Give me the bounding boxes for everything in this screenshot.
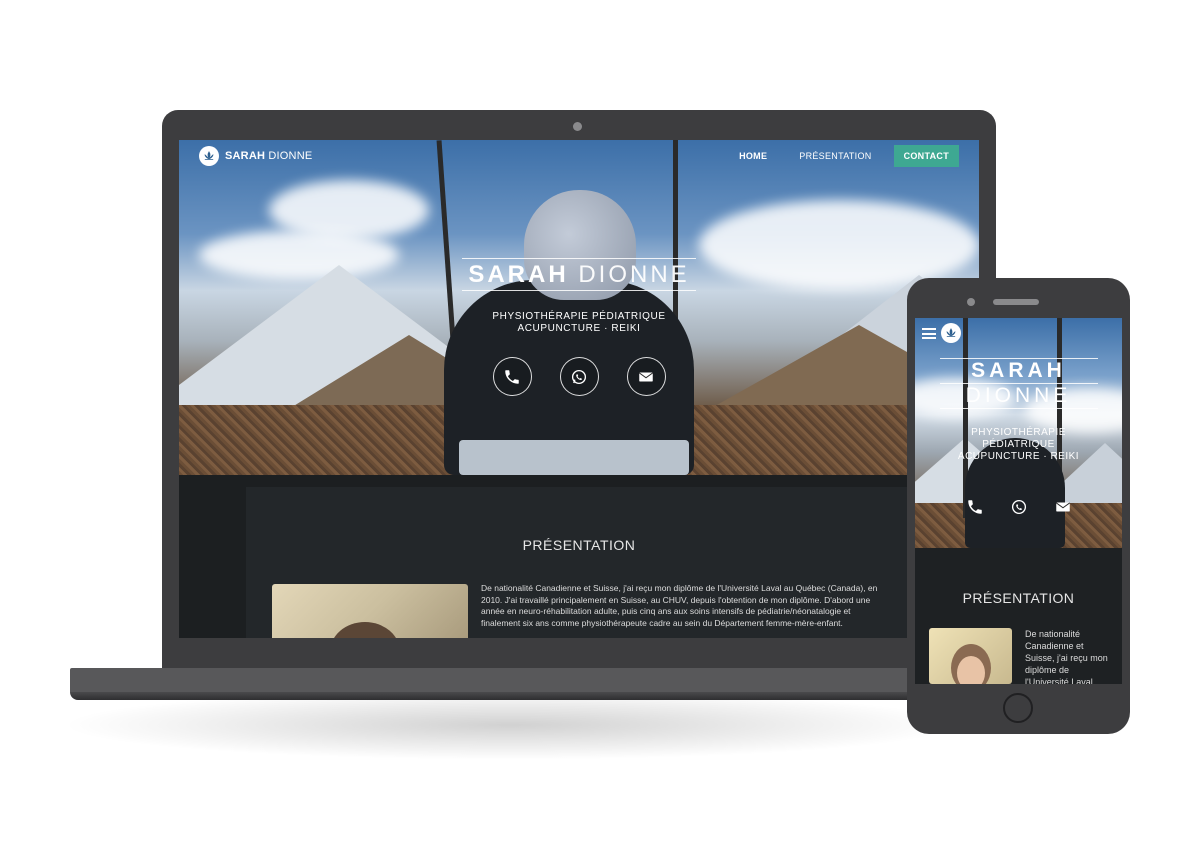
phone-hero-name-light: DIONNE (965, 384, 1072, 407)
phone-profile-photo (929, 628, 1012, 684)
presentation-title: PRÉSENTATION (522, 537, 636, 553)
whatsapp-icon[interactable] (1010, 498, 1028, 521)
logo-light-text: DIONNE (268, 150, 313, 162)
phone-presentation-text: De nationalité Canadienne et Suisse, j'a… (1025, 629, 1108, 684)
hero-subtitle-line2: ACUPUNCTURE · REIKI (517, 323, 641, 334)
phone-icon[interactable] (966, 498, 984, 521)
whatsapp-icon[interactable] (559, 357, 599, 396)
top-nav: SARAH DIONNE HOME PRÉSENTATION CONTACT (179, 140, 979, 172)
profile-photo (272, 584, 468, 638)
hero-contact-icons (179, 357, 979, 396)
swing-seat (459, 440, 689, 475)
hero-subtitle: PHYSIOTHÉRAPIE PÉDIATRIQUE ACUPUNCTURE ·… (179, 311, 979, 335)
lotus-logo-icon[interactable] (199, 146, 219, 166)
laptop-mockup: SARAH DIONNE HOME PRÉSENTATION CONTACT S… (162, 110, 996, 675)
phone-subtitle-line3: ACUPUNCTURE · REIKI (957, 451, 1080, 462)
hero-subtitle-line1: PHYSIOTHÉRAPIE PÉDIATRIQUE (492, 311, 666, 322)
phone-hero-title-block: SARAH DIONNE PHYSIOTHÉRAPIE PÉDIATRIQUE … (915, 358, 1122, 463)
phone-screen: SARAH DIONNE PHYSIOTHÉRAPIE PÉDIATRIQUE … (915, 318, 1122, 684)
hero-title-block: SARAH DIONNE PHYSIOTHÉRAPIE PÉDIATRIQUE … (179, 258, 979, 335)
logo-bold-text: SARAH (225, 150, 266, 162)
phone-hero-banner: SARAH DIONNE PHYSIOTHÉRAPIE PÉDIATRIQUE … (915, 318, 1122, 548)
nav-home-link[interactable]: HOME (723, 151, 783, 161)
nav-presentation-link[interactable]: PRÉSENTATION (783, 151, 887, 161)
phone-hero-name-bold: SARAH (971, 359, 1066, 382)
laptop-screen: SARAH DIONNE HOME PRÉSENTATION CONTACT S… (179, 140, 979, 638)
site-logo-text[interactable]: SARAH DIONNE (225, 150, 312, 162)
profile-photo-head (330, 622, 400, 638)
mail-icon[interactable] (626, 357, 666, 396)
phone-presentation-title: PRÉSENTATION (962, 590, 1075, 606)
mail-icon[interactable] (1054, 498, 1072, 521)
nav-links: HOME PRÉSENTATION CONTACT (723, 145, 959, 167)
phone-mockup: SARAH DIONNE PHYSIOTHÉRAPIE PÉDIATRIQUE … (907, 278, 1130, 734)
presentation-text: De nationalité Canadienne et Suisse, j'a… (481, 583, 878, 628)
hero-name-light: DIONNE (578, 261, 690, 288)
phone-icon[interactable] (492, 357, 532, 396)
phone-speaker (993, 299, 1039, 305)
laptop-base (70, 668, 1000, 692)
lotus-logo-icon[interactable] (941, 323, 961, 343)
laptop-base-lip (70, 692, 1000, 700)
phone-contact-icons (915, 498, 1122, 521)
profile-photo-face (957, 656, 985, 684)
phone-hero-subtitle: PHYSIOTHÉRAPIE PÉDIATRIQUE ACUPUNCTURE ·… (915, 427, 1122, 463)
laptop-camera (573, 122, 582, 131)
hero-title: SARAH DIONNE (462, 258, 696, 291)
phone-subtitle-line2: PÉDIATRIQUE (982, 439, 1055, 450)
phone-subtitle-line1: PHYSIOTHÉRAPIE (971, 427, 1066, 438)
phone-camera (967, 298, 975, 306)
laptop-shadow (60, 690, 960, 760)
hero-name-bold: SARAH (468, 261, 569, 288)
nav-contact-button[interactable]: CONTACT (893, 145, 959, 167)
phone-home-button[interactable] (1003, 693, 1033, 723)
title-rule (939, 408, 1098, 409)
hamburger-menu-icon[interactable] (922, 328, 936, 339)
